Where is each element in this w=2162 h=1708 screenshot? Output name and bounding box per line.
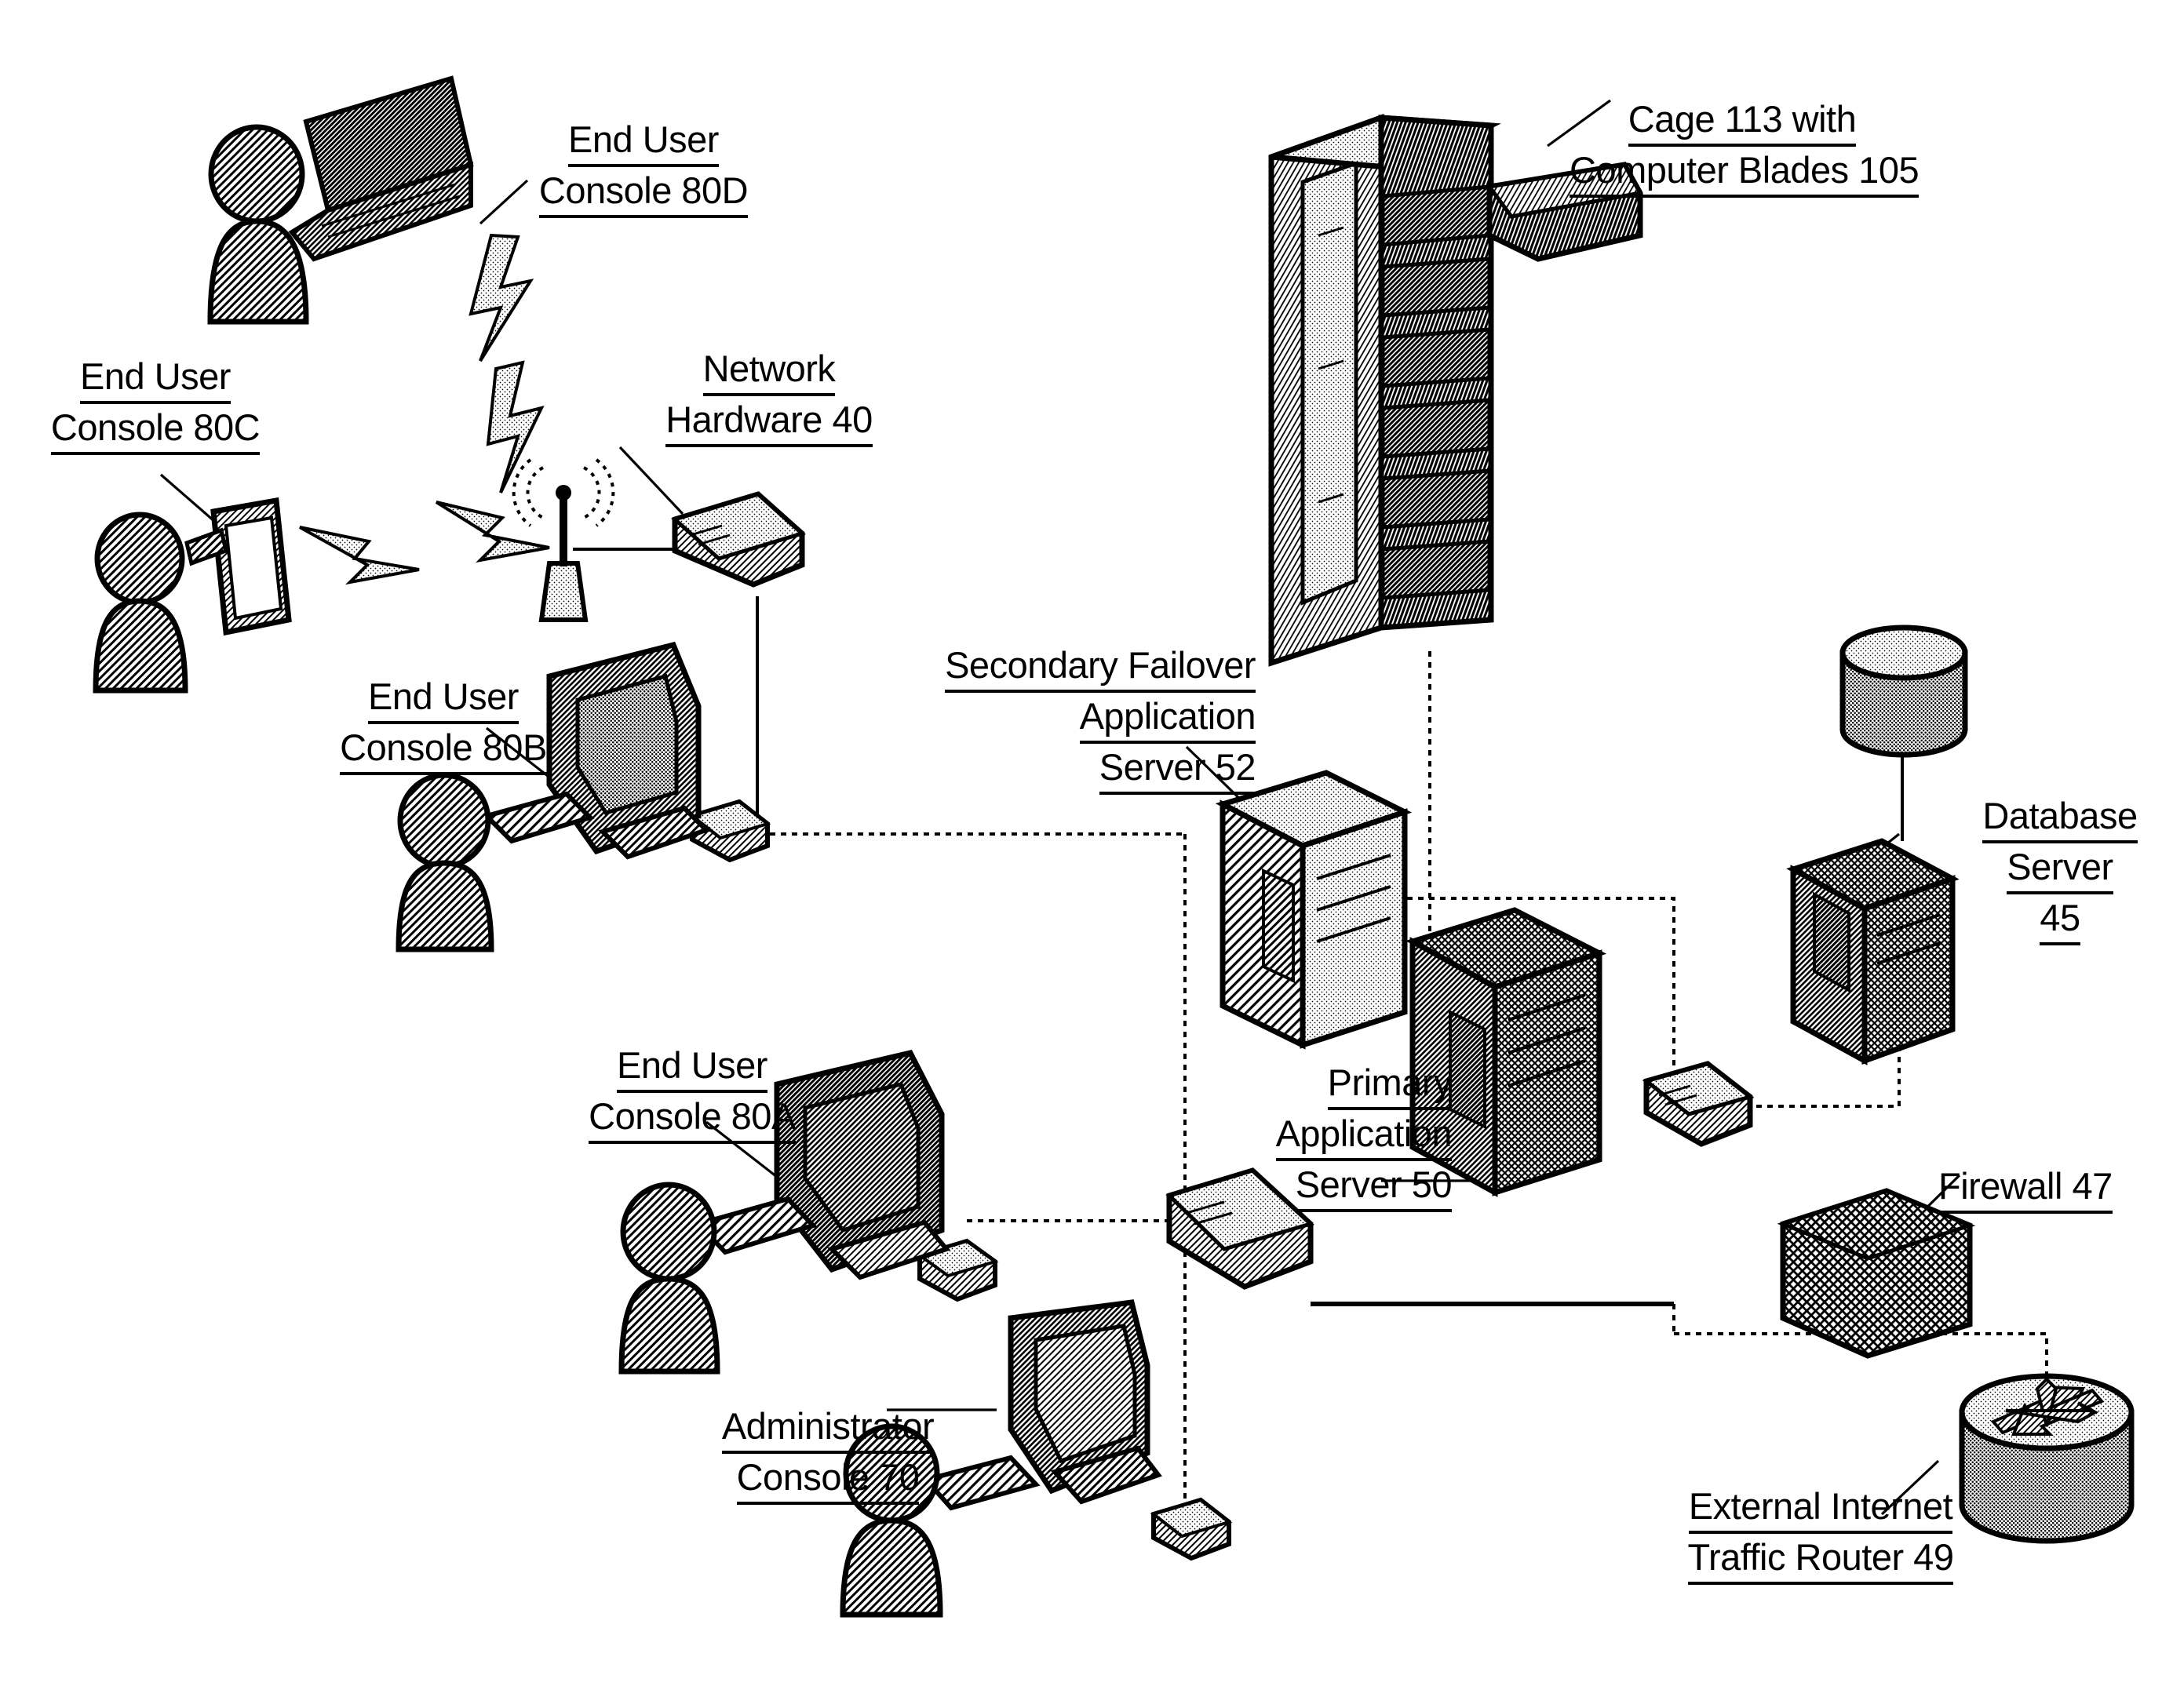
network-architecture-figure: End User Console 80D End User Console 80… xyxy=(0,0,2162,1708)
wireless-signal-80c xyxy=(299,501,550,585)
label-database-server-45: Database Server 45 xyxy=(1962,792,2158,945)
label-secondary-failover-application-server-52: Secondary Failover Application Server 52 xyxy=(902,642,1256,795)
wireless-access-point-graphic xyxy=(512,458,615,622)
diagram-graphics xyxy=(93,75,2135,1618)
label-cage-113: Cage 113 with Computer Blades 105 xyxy=(1570,96,1920,198)
label-end-user-console-80a: End User Console 80A xyxy=(559,1042,826,1144)
firewall-47-graphic xyxy=(1777,1188,1976,1359)
secondary-failover-application-server-52-graphic xyxy=(1215,770,1413,1050)
network-hardware-40-graphic xyxy=(671,491,806,588)
end-user-console-80c-graphic xyxy=(93,497,292,694)
leader-40 xyxy=(618,446,684,515)
label-primary-application-server-50: Primary Application Server 50 xyxy=(1209,1059,1453,1212)
external-internet-traffic-router-49-graphic xyxy=(1959,1373,2135,1544)
label-end-user-console-80c: End User Console 80C xyxy=(22,353,289,455)
switch-right-graphic xyxy=(1642,1061,1755,1147)
label-network-hardware-40: Network Hardware 40 xyxy=(636,345,902,447)
label-end-user-console-80b: End User Console 80B xyxy=(310,673,577,775)
label-firewall-47: Firewall 47 xyxy=(1938,1163,2162,1214)
database-disk-graphic xyxy=(1839,625,1968,758)
label-external-internet-traffic-router-49: External Internet Traffic Router 49 xyxy=(1664,1483,1978,1585)
wireless-signal-80d xyxy=(468,233,545,493)
database-server-45-graphic xyxy=(1786,838,1960,1065)
cage-113-graphic xyxy=(1268,114,1643,667)
end-user-console-80d-graphic xyxy=(207,75,474,325)
label-end-user-console-80d: End User Console 80D xyxy=(487,116,800,218)
switch-70-graphic xyxy=(1150,1497,1233,1561)
label-administrator-console-70: Administrator Console 70 xyxy=(675,1403,981,1505)
